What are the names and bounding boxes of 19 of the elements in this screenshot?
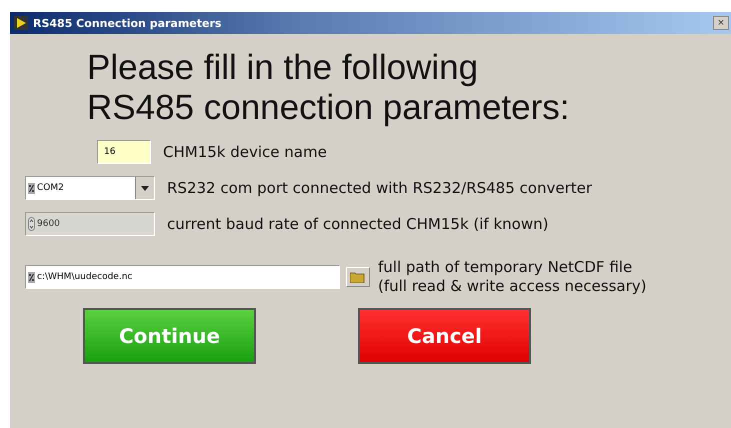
field-label: CHM15k device name bbox=[163, 142, 327, 162]
spinner-icon bbox=[28, 217, 35, 231]
path-type-icon bbox=[28, 182, 35, 194]
path-type-icon bbox=[28, 272, 35, 282]
folder-icon bbox=[350, 272, 366, 282]
field-label: current baud rate of connected CHM15k (if known) bbox=[167, 214, 548, 234]
input-field[interactable]: c:\WHM\uudecode.nc bbox=[25, 265, 340, 289]
close-button[interactable]: × bbox=[713, 16, 729, 30]
heading-text: Please fill in the following bbox=[87, 48, 480, 88]
field-label: full path of temporary NetCDF file (full read & write access necessary) bbox=[378, 258, 646, 296]
field-label: RS232 com port connected with RS232/RS485 converter bbox=[167, 178, 592, 198]
input-field[interactable]: COM2 bbox=[25, 176, 155, 200]
dropdown-arrow-icon bbox=[141, 186, 149, 190]
cancel-button[interactable]: Cancel bbox=[358, 308, 531, 364]
heading-text: RS485 connection parameters: bbox=[87, 88, 570, 128]
window-title: RS485 Connection parameters bbox=[33, 16, 222, 30]
browse-button[interactable] bbox=[346, 267, 370, 287]
input-field[interactable]: 16 bbox=[97, 140, 151, 164]
app-icon bbox=[14, 16, 28, 30]
